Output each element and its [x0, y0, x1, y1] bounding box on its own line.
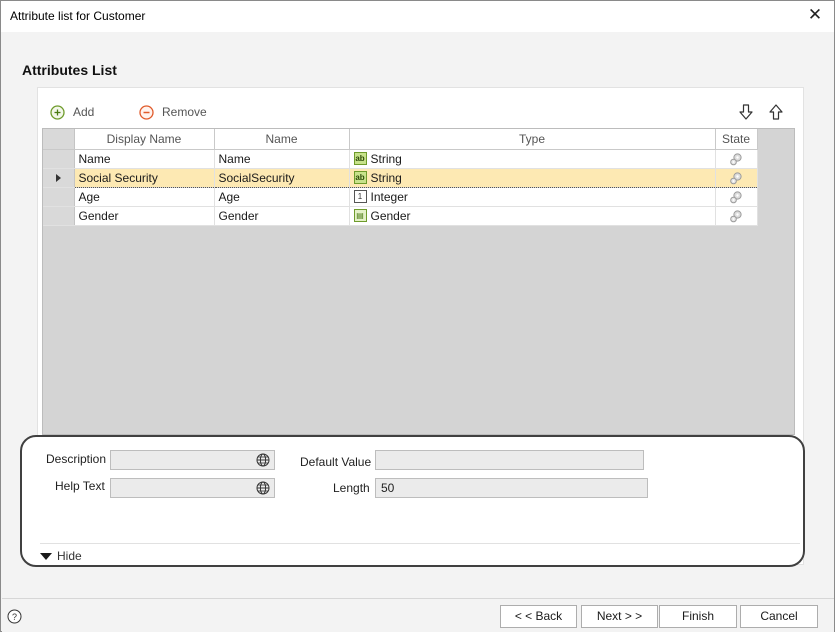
hide-toggle[interactable]: Hide: [40, 549, 82, 563]
cell-state[interactable]: [715, 149, 758, 169]
dialog-footer: ? < < Back Next > > Finish Cancel: [2, 598, 834, 632]
arrow-up-icon: [769, 104, 783, 120]
length-field[interactable]: 50: [375, 478, 648, 498]
cell-display-name[interactable]: Social Security: [74, 167, 215, 188]
remove-button-label: Remove: [162, 105, 207, 119]
cell-type[interactable]: 1 Integer: [349, 187, 716, 207]
details-panel: Description Help Text Default Value Leng…: [20, 435, 805, 567]
move-up-button[interactable]: [767, 102, 785, 122]
type-label: Integer: [370, 189, 408, 204]
move-down-button[interactable]: [737, 102, 755, 122]
column-header-display-name[interactable]: Display Name: [74, 129, 215, 150]
cell-type[interactable]: ab String: [349, 149, 716, 169]
type-label: String: [370, 151, 402, 166]
table-header-row: Display Name Name Type State: [43, 129, 758, 150]
length-value: 50: [381, 481, 395, 495]
cell-type[interactable]: ab String: [349, 167, 716, 188]
gear-icon: [730, 209, 742, 222]
row-selector[interactable]: [43, 149, 75, 169]
table-row[interactable]: Age Age 1 Integer: [43, 187, 758, 207]
globe-icon[interactable]: [256, 453, 270, 467]
window-title: Attribute list for Customer: [10, 9, 146, 23]
add-icon: [50, 104, 65, 120]
cancel-button[interactable]: Cancel: [740, 605, 818, 628]
remove-button[interactable]: Remove: [139, 102, 207, 122]
details-separator: [40, 543, 800, 544]
next-button[interactable]: Next > >: [581, 605, 658, 628]
close-icon[interactable]: ✕: [806, 6, 824, 24]
page-title: Attributes List: [22, 62, 117, 78]
table-row[interactable]: Name Name ab String: [43, 149, 758, 169]
svg-text:?: ?: [12, 612, 17, 622]
gear-icon: [730, 190, 742, 203]
add-button[interactable]: Add: [50, 102, 94, 122]
default-value-field[interactable]: [375, 450, 644, 470]
back-button[interactable]: < < Back: [500, 605, 577, 628]
default-value-label: Default Value: [300, 455, 372, 469]
gear-icon: [730, 171, 742, 184]
dialog-content: Attributes List Add Remove Display Name …: [2, 32, 834, 597]
enum-type-icon: ▤: [353, 209, 367, 222]
cell-display-name[interactable]: Name: [74, 149, 215, 169]
collapse-triangle-icon: [40, 552, 52, 560]
cell-display-name[interactable]: Age: [74, 187, 215, 207]
table-row[interactable]: Social Security SocialSecurity ab String: [43, 167, 758, 188]
gear-icon: [730, 152, 742, 165]
help-text-label: Help Text: [55, 479, 105, 493]
hide-label: Hide: [57, 549, 82, 563]
description-field[interactable]: [110, 450, 275, 470]
cell-name[interactable]: SocialSecurity: [214, 167, 350, 188]
cell-name[interactable]: Gender: [214, 206, 350, 226]
string-type-icon: ab: [353, 152, 367, 165]
attributes-table: Display Name Name Type State Name Name a…: [43, 129, 758, 226]
help-text-field[interactable]: [110, 478, 275, 498]
dialog-window: Attribute list for Customer ✕ Attributes…: [0, 0, 835, 632]
cell-state[interactable]: [715, 167, 758, 188]
column-header-state[interactable]: State: [715, 129, 758, 150]
row-selector[interactable]: [43, 206, 75, 226]
add-button-label: Add: [73, 105, 95, 119]
column-header-name[interactable]: Name: [214, 129, 350, 150]
length-label: Length: [333, 481, 370, 495]
cell-display-name[interactable]: Gender: [74, 206, 215, 226]
help-icon[interactable]: ?: [7, 609, 22, 624]
type-label: Gender: [370, 208, 411, 223]
row-selector[interactable]: [43, 168, 75, 188]
type-label: String: [370, 170, 402, 185]
arrow-down-icon: [739, 104, 753, 120]
integer-type-icon: 1: [353, 190, 367, 203]
finish-button[interactable]: Finish: [659, 605, 737, 628]
column-header-type[interactable]: Type: [349, 129, 716, 150]
table-row[interactable]: Gender Gender ▤ Gender: [43, 206, 758, 226]
cell-state[interactable]: [715, 206, 758, 226]
attributes-grid[interactable]: Display Name Name Type State Name Name a…: [42, 128, 795, 435]
cell-name[interactable]: Age: [214, 187, 350, 207]
remove-icon: [139, 104, 154, 120]
string-type-icon: ab: [353, 171, 367, 184]
row-selector[interactable]: [43, 187, 75, 207]
title-bar: Attribute list for Customer ✕: [1, 1, 834, 32]
cell-name[interactable]: Name: [214, 149, 350, 169]
globe-icon[interactable]: [256, 481, 270, 495]
row-header-corner: [43, 129, 75, 150]
description-label: Description: [46, 452, 107, 466]
cell-type[interactable]: ▤ Gender: [349, 206, 716, 226]
cell-state[interactable]: [715, 187, 758, 207]
current-row-indicator-icon: [55, 173, 61, 182]
